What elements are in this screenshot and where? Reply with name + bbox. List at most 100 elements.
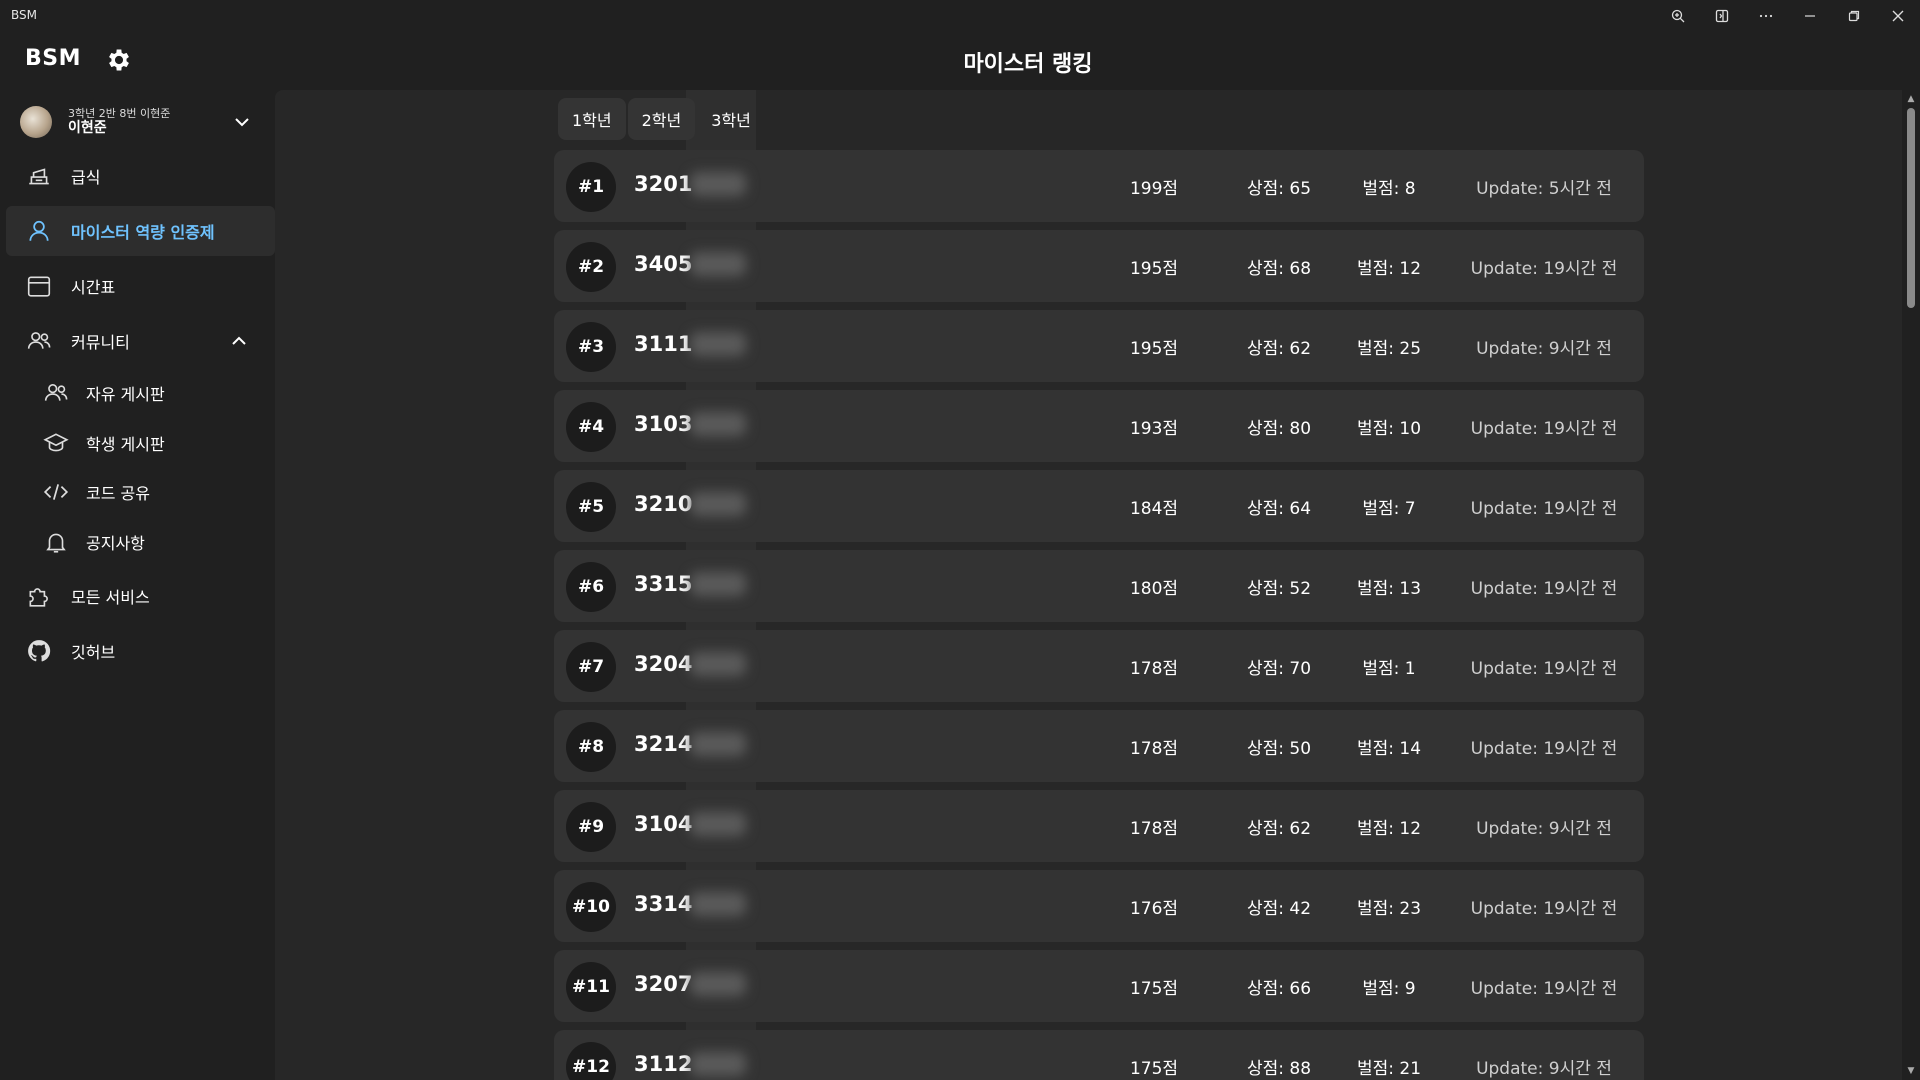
sidebar-item-student-board[interactable]: 학생 게시판 bbox=[6, 421, 275, 465]
tab-grade-2[interactable]: 2학년 bbox=[627, 98, 696, 140]
sidebar-item-notice[interactable]: 공지사항 bbox=[6, 520, 275, 564]
sidebar-item-label: 자유 게시판 bbox=[86, 385, 165, 404]
student-id: 3405 bbox=[634, 252, 693, 276]
student-id: 3314 bbox=[634, 892, 693, 916]
sidebar-item-meal[interactable]: 급식 bbox=[6, 151, 275, 201]
sidebar-item-community[interactable]: 커뮤니티 bbox=[6, 316, 275, 366]
blurred-student-name bbox=[690, 892, 746, 916]
sidebar-item-meister[interactable]: 마이스터 역량 인증제 bbox=[6, 206, 275, 256]
sidebar-item-label: 공지사항 bbox=[86, 534, 145, 553]
window-title-bar: BSM bbox=[0, 0, 1920, 32]
blurred-student-name bbox=[690, 332, 746, 356]
sidebar-item-label: 코드 공유 bbox=[86, 484, 150, 503]
close-icon[interactable] bbox=[1876, 0, 1920, 32]
rank-badge: #11 bbox=[566, 962, 616, 1012]
ranking-row[interactable]: #12 3112 175점 상점: 88 벌점: 21 Update: 9시간 전 bbox=[554, 1030, 1644, 1080]
app-view-icon[interactable] bbox=[1700, 0, 1744, 32]
sidebar-item-all-services[interactable]: 모든 서비스 bbox=[6, 571, 275, 621]
scroll-up-arrow[interactable]: ▲ bbox=[1906, 94, 1916, 104]
sidebar-item-free-board[interactable]: 자유 게시판 bbox=[6, 371, 275, 415]
blurred-student-name bbox=[690, 812, 746, 836]
scrollbar[interactable]: ▲ ▼ bbox=[1902, 90, 1920, 1080]
total-score: 178점 bbox=[1129, 819, 1179, 839]
update-time: Update: 9시간 전 bbox=[1476, 1059, 1612, 1079]
demerit-points: 벌점: 21 bbox=[1356, 1059, 1422, 1079]
zoom-icon[interactable] bbox=[1656, 0, 1700, 32]
merit-points: 상점: 66 bbox=[1246, 979, 1312, 999]
total-score: 199점 bbox=[1129, 179, 1179, 199]
ranking-list: #1 3201 199점 상점: 65 벌점: 8 Update: 5시간 전 #2 3405… bbox=[554, 150, 1644, 1080]
merit-points: 상점: 42 bbox=[1246, 899, 1312, 919]
student-id: 3111 bbox=[634, 332, 693, 356]
merit-points: 상점: 62 bbox=[1246, 339, 1312, 359]
sidebar: BSM 3학년 2반 8번 이현준 이현준 급식 마이스터 역량 인증제 시간표 bbox=[0, 32, 275, 1080]
window-title: BSM bbox=[11, 8, 37, 22]
student-id: 3103 bbox=[634, 412, 693, 436]
ranking-row[interactable]: #6 3315 180점 상점: 52 벌점: 13 Update: 19시간 전 bbox=[554, 550, 1644, 622]
tab-grade-1[interactable]: 1학년 bbox=[558, 98, 626, 140]
blurred-student-name bbox=[690, 572, 746, 596]
ranking-row[interactable]: #1 3201 199점 상점: 65 벌점: 8 Update: 5시간 전 bbox=[554, 150, 1644, 222]
ranking-row[interactable]: #5 3210 184점 상점: 64 벌점: 7 Update: 19시간 전 bbox=[554, 470, 1644, 542]
merit-points: 상점: 80 bbox=[1246, 419, 1312, 439]
total-score: 195점 bbox=[1129, 259, 1179, 279]
demerit-points: 벌점: 13 bbox=[1356, 579, 1422, 599]
student-id: 3214 bbox=[634, 732, 693, 756]
rank-badge: #10 bbox=[566, 882, 616, 932]
ranking-row[interactable]: #3 3111 195점 상점: 62 벌점: 25 Update: 9시간 전 bbox=[554, 310, 1644, 382]
ranking-row[interactable]: #9 3104 178점 상점: 62 벌점: 12 Update: 9시간 전 bbox=[554, 790, 1644, 862]
student-id: 3112 bbox=[634, 1052, 693, 1076]
grade-tabs: 1학년 2학년 3학년 bbox=[558, 98, 767, 140]
ranking-row[interactable]: #2 3405 195점 상점: 68 벌점: 12 Update: 19시간 전 bbox=[554, 230, 1644, 302]
main-content: 1학년 2학년 3학년 #1 3201 199점 상점: 65 벌점: 8 Update:… bbox=[275, 90, 1920, 1080]
merit-points: 상점: 65 bbox=[1246, 179, 1312, 199]
blurred-student-name bbox=[690, 1052, 746, 1076]
sidebar-item-github[interactable]: 깃허브 bbox=[6, 626, 275, 676]
ranking-row[interactable]: #4 3103 193점 상점: 80 벌점: 10 Update: 19시간 전 bbox=[554, 390, 1644, 462]
minimize-icon[interactable] bbox=[1788, 0, 1832, 32]
sidebar-item-code-share[interactable]: 코드 공유 bbox=[6, 470, 275, 514]
sidebar-item-label: 깃허브 bbox=[71, 643, 116, 662]
total-score: 175점 bbox=[1129, 979, 1179, 999]
demerit-points: 벌점: 9 bbox=[1362, 979, 1416, 999]
demerit-points: 벌점: 10 bbox=[1356, 419, 1422, 439]
code-icon bbox=[42, 478, 70, 506]
rank-badge: #12 bbox=[566, 1042, 616, 1080]
tab-grade-3[interactable]: 3학년 bbox=[697, 98, 765, 140]
demerit-points: 벌점: 12 bbox=[1356, 819, 1422, 839]
merit-points: 상점: 50 bbox=[1246, 739, 1312, 759]
update-time: Update: 19시간 전 bbox=[1470, 499, 1618, 519]
rank-badge: #4 bbox=[566, 402, 616, 452]
student-id: 3315 bbox=[634, 572, 693, 596]
profile-name: 이현준 bbox=[68, 120, 107, 137]
puzzle-icon bbox=[25, 582, 53, 610]
rank-badge: #5 bbox=[566, 482, 616, 532]
github-icon bbox=[25, 637, 53, 665]
blurred-student-name bbox=[690, 972, 746, 996]
merit-points: 상점: 68 bbox=[1246, 259, 1312, 279]
total-score: 178점 bbox=[1129, 739, 1179, 759]
chevron-down-icon[interactable] bbox=[232, 112, 252, 132]
update-time: Update: 9시간 전 bbox=[1476, 339, 1612, 359]
page-title-text: 마이스터 랭킹 bbox=[963, 52, 1093, 77]
ranking-row[interactable]: #8 3214 178점 상점: 50 벌점: 14 Update: 19시간 전 bbox=[554, 710, 1644, 782]
restore-icon[interactable] bbox=[1832, 0, 1876, 32]
total-score: 195점 bbox=[1129, 339, 1179, 359]
scroll-thumb[interactable] bbox=[1907, 108, 1915, 308]
demerit-points: 벌점: 14 bbox=[1356, 739, 1422, 759]
more-icon[interactable] bbox=[1744, 0, 1788, 32]
merit-points: 상점: 70 bbox=[1246, 659, 1312, 679]
profile-class-info: 3학년 2반 8번 이현준 bbox=[68, 106, 171, 120]
ranking-row[interactable]: #11 3207 175점 상점: 66 벌점: 9 Update: 19시간 전 bbox=[554, 950, 1644, 1022]
ranking-row[interactable]: #10 3314 176점 상점: 42 벌점: 23 Update: 19시간 전 bbox=[554, 870, 1644, 942]
sidebar-item-label: 모든 서비스 bbox=[71, 588, 150, 607]
merit-points: 상점: 52 bbox=[1246, 579, 1312, 599]
scroll-down-arrow[interactable]: ▼ bbox=[1906, 1066, 1916, 1076]
ranking-row[interactable]: #7 3204 178점 상점: 70 벌점: 1 Update: 19시간 전 bbox=[554, 630, 1644, 702]
total-score: 176점 bbox=[1129, 899, 1179, 919]
profile-dropdown[interactable]: 3학년 2반 8번 이현준 이현준 bbox=[20, 102, 252, 142]
chevron-up-icon[interactable] bbox=[229, 331, 249, 351]
sidebar-item-timetable[interactable]: 시간표 bbox=[6, 261, 275, 311]
update-time: Update: 19시간 전 bbox=[1470, 259, 1618, 279]
people-icon bbox=[42, 379, 70, 407]
